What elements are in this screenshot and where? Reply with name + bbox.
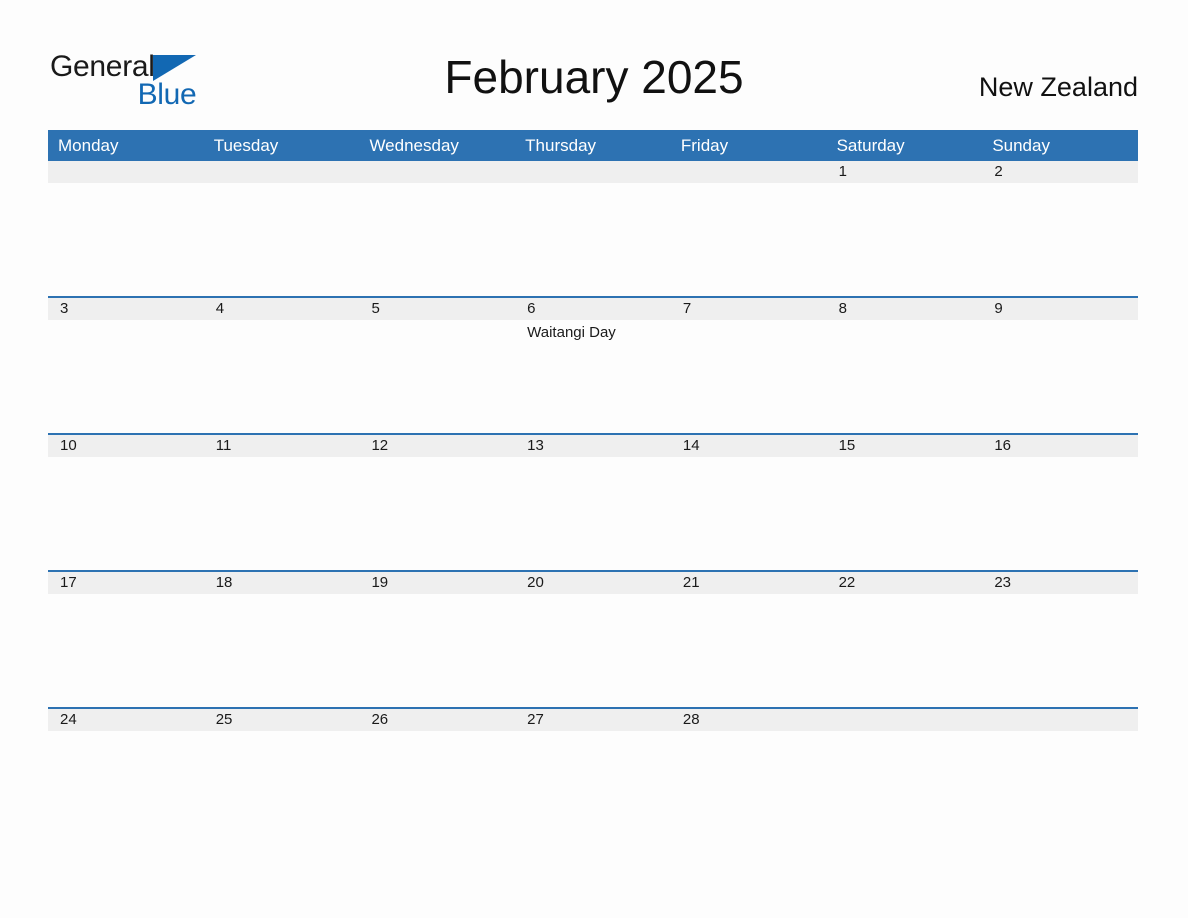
day-cell[interactable] bbox=[827, 594, 983, 707]
week-date-band: 24 25 26 27 28 bbox=[48, 709, 1138, 731]
day-number[interactable]: 1 bbox=[827, 161, 983, 183]
weekday-tuesday: Tuesday bbox=[213, 136, 279, 155]
day-cell[interactable] bbox=[982, 457, 1138, 570]
day-cell[interactable] bbox=[204, 594, 360, 707]
day-number[interactable]: 11 bbox=[204, 435, 360, 457]
day-cell[interactable] bbox=[982, 731, 1138, 844]
day-number[interactable]: 25 bbox=[204, 709, 360, 731]
day-number[interactable]: 24 bbox=[48, 709, 204, 731]
day-cell[interactable] bbox=[359, 731, 515, 844]
page-header: General Blue February 2025 New Zealand bbox=[0, 0, 1188, 111]
day-number[interactable]: 13 bbox=[515, 435, 671, 457]
day-number[interactable]: 3 bbox=[48, 298, 204, 320]
week-date-band: 10 11 12 13 14 15 16 bbox=[48, 435, 1138, 457]
day-number[interactable] bbox=[359, 161, 515, 183]
day-number[interactable]: 27 bbox=[515, 709, 671, 731]
day-number[interactable] bbox=[671, 161, 827, 183]
week-date-band: 1 2 bbox=[48, 161, 1138, 183]
day-number[interactable] bbox=[515, 161, 671, 183]
day-number[interactable]: 10 bbox=[48, 435, 204, 457]
day-cell[interactable] bbox=[48, 731, 204, 844]
day-cell[interactable] bbox=[48, 320, 204, 433]
day-cell[interactable] bbox=[671, 320, 827, 433]
day-cell[interactable] bbox=[515, 594, 671, 707]
day-cell[interactable] bbox=[671, 731, 827, 844]
day-number[interactable]: 18 bbox=[204, 572, 360, 594]
weekday-saturday: Saturday bbox=[836, 136, 905, 155]
day-cell[interactable] bbox=[671, 594, 827, 707]
day-number[interactable]: 15 bbox=[827, 435, 983, 457]
day-number[interactable]: 20 bbox=[515, 572, 671, 594]
day-cell[interactable] bbox=[827, 183, 983, 296]
day-cell[interactable] bbox=[204, 731, 360, 844]
day-cell[interactable] bbox=[359, 183, 515, 296]
day-number[interactable] bbox=[982, 709, 1138, 731]
weekday-friday: Friday bbox=[680, 136, 729, 155]
day-cell[interactable] bbox=[982, 594, 1138, 707]
day-number[interactable]: 17 bbox=[48, 572, 204, 594]
day-number[interactable]: 26 bbox=[359, 709, 515, 731]
day-number[interactable]: 14 bbox=[671, 435, 827, 457]
day-cell[interactable] bbox=[359, 594, 515, 707]
day-cell[interactable] bbox=[48, 183, 204, 296]
weekday-monday: Monday bbox=[58, 136, 119, 155]
day-number[interactable]: 9 bbox=[982, 298, 1138, 320]
week-event-band bbox=[48, 731, 1138, 844]
day-cell[interactable] bbox=[671, 457, 827, 570]
day-number[interactable]: 16 bbox=[982, 435, 1138, 457]
day-cell[interactable] bbox=[515, 731, 671, 844]
day-cell[interactable] bbox=[827, 731, 983, 844]
week-event-band bbox=[48, 183, 1138, 296]
day-cell[interactable] bbox=[204, 457, 360, 570]
weekday-header-row: Monday Tuesday Wednesday Thursday Friday… bbox=[48, 130, 1138, 161]
day-cell[interactable] bbox=[982, 183, 1138, 296]
day-number[interactable] bbox=[48, 161, 204, 183]
day-cell[interactable] bbox=[359, 457, 515, 570]
day-cell[interactable] bbox=[359, 320, 515, 433]
weekday-wednesday: Wednesday bbox=[369, 136, 459, 155]
day-cell[interactable] bbox=[204, 320, 360, 433]
day-cell[interactable] bbox=[48, 457, 204, 570]
day-cell[interactable] bbox=[827, 457, 983, 570]
day-number[interactable]: 7 bbox=[671, 298, 827, 320]
day-number[interactable]: 28 bbox=[671, 709, 827, 731]
calendar-week-row: 24 25 26 27 28 bbox=[48, 707, 1138, 844]
day-cell[interactable] bbox=[48, 594, 204, 707]
day-number[interactable] bbox=[827, 709, 983, 731]
day-cell[interactable] bbox=[827, 320, 983, 433]
day-number[interactable]: 22 bbox=[827, 572, 983, 594]
day-number[interactable]: 19 bbox=[359, 572, 515, 594]
day-number[interactable]: 12 bbox=[359, 435, 515, 457]
day-event-label: Waitangi Day bbox=[527, 324, 616, 341]
day-cell[interactable] bbox=[204, 183, 360, 296]
day-number[interactable]: 23 bbox=[982, 572, 1138, 594]
day-number[interactable]: 2 bbox=[982, 161, 1138, 183]
day-cell[interactable] bbox=[515, 457, 671, 570]
day-cell[interactable] bbox=[982, 320, 1138, 433]
weekday-thursday: Thursday bbox=[525, 136, 597, 155]
day-cell[interactable]: Waitangi Day bbox=[515, 320, 671, 433]
day-number[interactable]: 21 bbox=[671, 572, 827, 594]
week-date-band: 17 18 19 20 21 22 23 bbox=[48, 572, 1138, 594]
week-date-band: 3 4 5 6 7 8 9 bbox=[48, 298, 1138, 320]
day-number[interactable] bbox=[204, 161, 360, 183]
week-event-band bbox=[48, 457, 1138, 570]
day-cell[interactable] bbox=[515, 183, 671, 296]
day-number[interactable]: 4 bbox=[204, 298, 360, 320]
day-number[interactable]: 6 bbox=[515, 298, 671, 320]
calendar-grid: Monday Tuesday Wednesday Thursday Friday… bbox=[48, 130, 1138, 844]
region-label: New Zealand bbox=[978, 72, 1138, 102]
calendar-week-row: 1 2 bbox=[48, 161, 1138, 296]
calendar-week-row: 3 4 5 6 7 8 9 Waitangi Day bbox=[48, 296, 1138, 433]
day-number[interactable]: 5 bbox=[359, 298, 515, 320]
week-event-band bbox=[48, 594, 1138, 707]
calendar-week-row: 17 18 19 20 21 22 23 bbox=[48, 570, 1138, 707]
weekday-sunday: Sunday bbox=[992, 136, 1050, 155]
calendar-week-row: 10 11 12 13 14 15 16 bbox=[48, 433, 1138, 570]
day-number[interactable]: 8 bbox=[827, 298, 983, 320]
week-event-band: Waitangi Day bbox=[48, 320, 1138, 433]
day-cell[interactable] bbox=[671, 183, 827, 296]
